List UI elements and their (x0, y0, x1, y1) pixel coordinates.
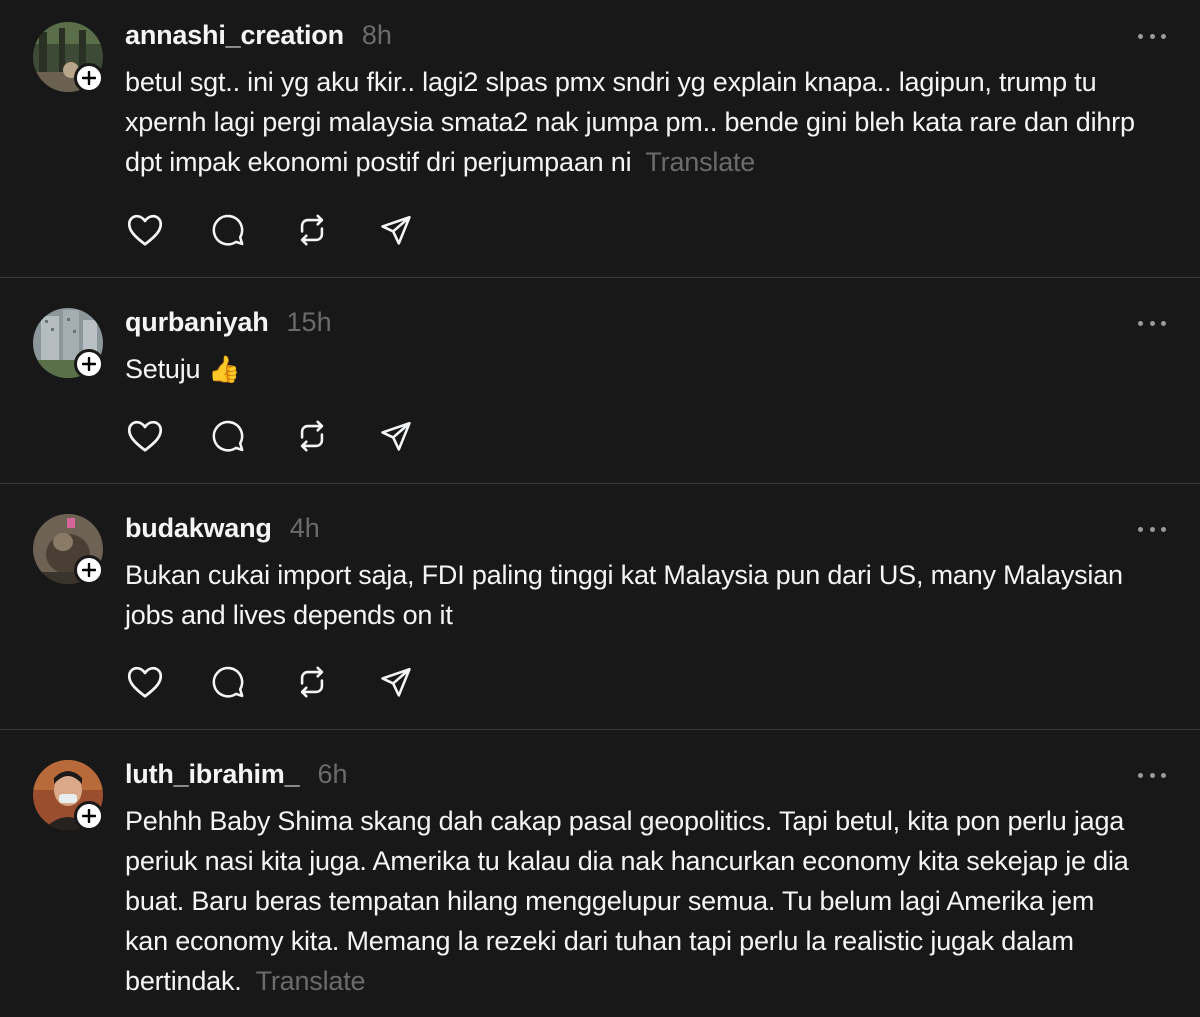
post-text-content: betul sgt.. ini yg aku fkir.. lagi2 slpa… (125, 67, 1135, 177)
more-icon (1138, 772, 1143, 778)
more-icon-dot (1149, 33, 1155, 39)
comment-icon (212, 214, 244, 246)
follow-button[interactable] (74, 63, 104, 93)
username[interactable]: luth_ibrahim_ (125, 759, 300, 790)
repost-icon (300, 666, 324, 698)
more-options-button[interactable] (1138, 770, 1166, 780)
plus-icon (82, 357, 96, 371)
heart-icon (127, 214, 163, 246)
more-icon-dot (1161, 526, 1166, 532)
follow-button[interactable] (74, 555, 104, 585)
plus-icon (82, 71, 96, 85)
avatar-container[interactable] (33, 514, 104, 585)
thumbs-up-emoji: 👍 (208, 354, 241, 384)
repost-button[interactable] (295, 418, 379, 454)
repost-button[interactable] (295, 664, 379, 700)
post-time[interactable]: 4h (290, 513, 320, 544)
share-button[interactable] (379, 212, 463, 248)
send-icon (381, 667, 411, 697)
reply-button[interactable] (211, 664, 295, 700)
post-time[interactable]: 8h (362, 20, 392, 51)
translate-link[interactable]: Translate (256, 966, 366, 996)
reply-post: qurbaniyah 15h Setuju 👍 (0, 277, 1200, 483)
username[interactable]: qurbaniyah (125, 307, 269, 338)
send-icon (381, 421, 411, 451)
post-text: Pehhh Baby Shima skang dah cakap pasal g… (125, 801, 1140, 1001)
post-actions (127, 664, 463, 700)
reply-post: luth_ibrahim_ 6h Pehhh Baby Shima skang … (0, 729, 1200, 1015)
post-text-content: Bukan cukai import saja, FDI paling ting… (125, 560, 1123, 630)
heart-icon (127, 666, 163, 698)
post-actions (127, 212, 463, 248)
post-header: luth_ibrahim_ 6h (125, 759, 347, 790)
reply-button[interactable] (211, 212, 295, 248)
share-button[interactable] (379, 664, 463, 700)
more-icon-dot (1161, 33, 1166, 39)
repost-button[interactable] (295, 212, 379, 248)
more-icon-dot (1149, 320, 1155, 326)
post-header: budakwang 4h (125, 513, 320, 544)
reply-post: annashi_creation 8h betul sgt.. ini yg a… (0, 0, 1200, 277)
post-text: Setuju 👍 (125, 349, 1140, 389)
repost-icon (300, 214, 324, 246)
post-text: Bukan cukai import saja, FDI paling ting… (125, 555, 1140, 635)
send-icon (381, 215, 411, 245)
more-options-button[interactable] (1138, 31, 1166, 41)
username[interactable]: budakwang (125, 513, 272, 544)
like-button[interactable] (127, 418, 211, 454)
post-time[interactable]: 6h (317, 759, 347, 790)
avatar-container[interactable] (33, 22, 104, 93)
more-icon-dot (1161, 772, 1166, 778)
reply-post: budakwang 4h Bukan cukai import saja, FD… (0, 483, 1200, 729)
follow-button[interactable] (74, 801, 104, 831)
follow-button[interactable] (74, 349, 104, 379)
username[interactable]: annashi_creation (125, 20, 344, 51)
more-icon (1138, 320, 1143, 326)
more-options-button[interactable] (1138, 318, 1166, 328)
heart-icon (127, 420, 163, 452)
thread-replies-feed: annashi_creation 8h betul sgt.. ini yg a… (0, 0, 1200, 1017)
more-icon-dot (1149, 526, 1155, 532)
repost-icon (300, 420, 324, 452)
more-icon (1138, 33, 1143, 39)
comment-icon (212, 666, 244, 698)
like-button[interactable] (127, 664, 211, 700)
share-button[interactable] (379, 418, 463, 454)
avatar-container[interactable] (33, 760, 104, 831)
plus-icon (82, 809, 96, 823)
comment-icon (212, 420, 244, 452)
translate-link[interactable]: Translate (645, 147, 755, 177)
more-icon-dot (1161, 320, 1166, 326)
more-icon-dot (1149, 772, 1155, 778)
reply-button[interactable] (211, 418, 295, 454)
avatar-container[interactable] (33, 308, 104, 379)
post-text: betul sgt.. ini yg aku fkir.. lagi2 slpa… (125, 62, 1140, 182)
like-button[interactable] (127, 212, 211, 248)
post-time[interactable]: 15h (287, 307, 332, 338)
more-options-button[interactable] (1138, 524, 1166, 534)
post-actions (127, 418, 463, 454)
post-text-content: Setuju (125, 354, 201, 384)
post-header: qurbaniyah 15h (125, 307, 332, 338)
more-icon (1138, 526, 1143, 532)
plus-icon (82, 563, 96, 577)
post-header: annashi_creation 8h (125, 20, 392, 51)
